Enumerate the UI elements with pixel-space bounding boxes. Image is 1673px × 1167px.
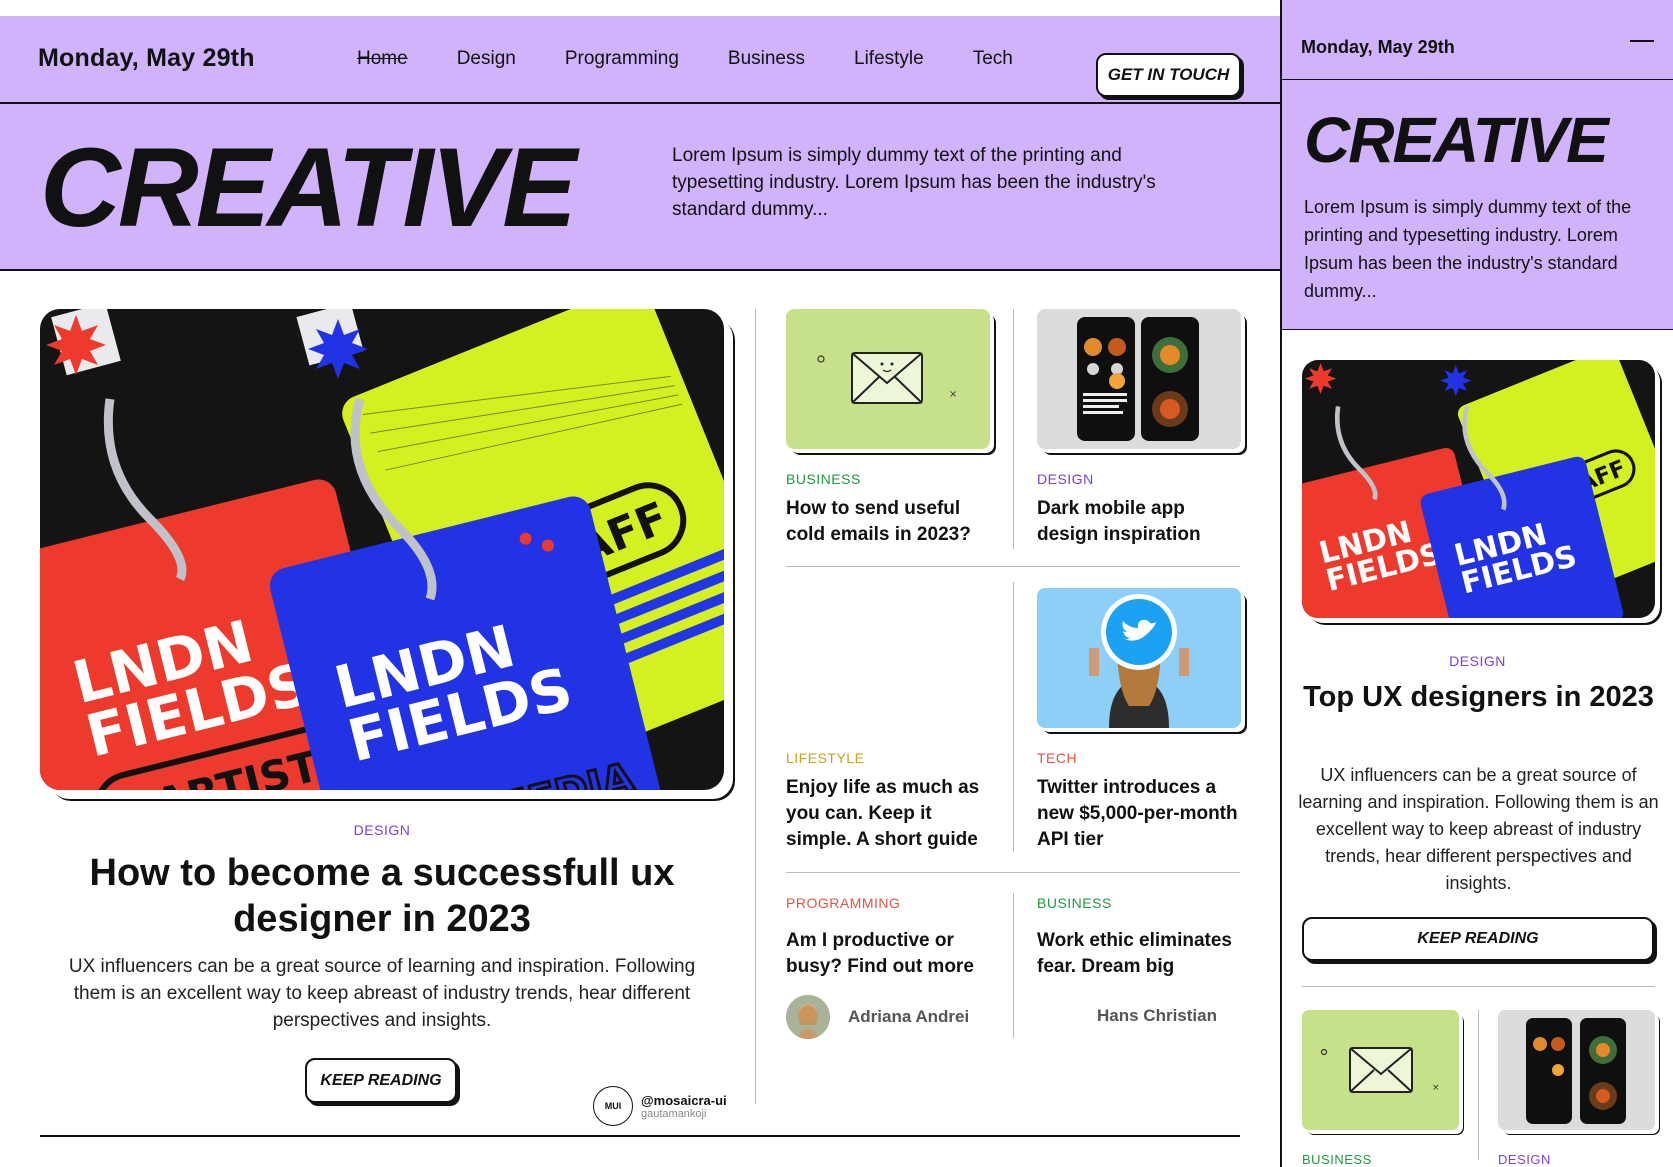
post-author[interactable]: Adriana Andrei [786,995,969,1039]
credit-username: gautamankoji [641,1107,707,1120]
nav-home[interactable]: Home [357,48,408,70]
nav-programming[interactable]: Programming [565,48,679,70]
post-category: TECH [1037,750,1078,766]
hero-title: CREATIVE [40,125,577,250]
mobile-keep-reading-button[interactable]: KEEP READING [1302,917,1654,961]
post-title[interactable]: Enjoy life as much as you can. Keep it s… [786,775,996,853]
mobile-hero: CREATIVE Lorem Ipsum is simply dummy tex… [1282,80,1673,330]
post-title[interactable]: Twitter introduces a new $5,000-per-mont… [1037,775,1247,853]
feature-title[interactable]: How to become a successfull ux designer … [40,850,724,942]
svg-text:×: × [949,389,957,400]
post-category: PROGRAMMING [786,895,901,911]
post-image-twitter[interactable] [1037,588,1241,728]
post-title[interactable]: How to send useful cold emails in 2023? [786,496,996,548]
credit-handle: @mosaicra-ui [641,1092,727,1108]
mobile-post-category: DESIGN [1498,1152,1551,1167]
mobile-post-category: BUSINESS [1302,1152,1372,1167]
hero-banner: CREATIVE Lorem Ipsum is simply dummy tex… [0,104,1280,271]
mobile-hero-title: CREATIVE [1304,104,1609,176]
mobile-current-date: Monday, May 29th [1301,37,1455,57]
phone-mockup-icon [1077,317,1199,441]
grid-divider [1013,893,1014,1038]
phone-mockup-icon [1526,1018,1626,1124]
nav-tech[interactable]: Tech [973,48,1013,70]
post-title[interactable]: Work ethic eliminates fear. Dream big [1037,928,1247,980]
current-date: Monday, May 29th [38,44,255,72]
main-nav: Home Design Programming Business Lifesty… [357,48,1062,70]
post-category: BUSINESS [1037,895,1112,911]
mobile-post-image-email[interactable]: × [1302,1010,1459,1130]
svg-text:×: × [1432,1083,1440,1093]
post-image-dark-app[interactable] [1037,309,1241,449]
hamburger-menu-icon[interactable] [1630,40,1654,53]
hero-description: Lorem Ipsum is simply dummy text of the … [672,145,1156,220]
column-divider [755,309,756,1104]
post-title[interactable]: Dark mobile app design inspiration [1037,496,1247,548]
author-name: Adriana Andrei [848,1007,970,1026]
mobile-feature-title[interactable]: Top UX designers in 2023 [1302,678,1655,716]
post-category: LIFESTYLE [786,750,865,766]
festival-badges-illustration: STAFF LNDN FIELDS ARTIST LNDN FIELDS [40,309,724,790]
envelope-icon: × [1320,1047,1440,1093]
mobile-post-image-dark-app[interactable] [1498,1010,1655,1130]
keep-reading-button[interactable]: KEEP READING [305,1058,457,1103]
mobile-feature-description: UX influencers can be a great source of … [1298,765,1659,893]
envelope-icon: × [817,352,957,404]
feature-category: DESIGN [353,822,411,838]
feature-image[interactable]: STAFF LNDN FIELDS ARTIST LNDN FIELDS [40,309,724,790]
festival-badges-illustration: STAFF LNDN FIELDS LNDN FIELDS [1302,360,1655,618]
author-name: Hans Christian [1097,1006,1217,1025]
post-category: BUSINESS [786,471,861,487]
desktop-layout: Monday, May 29th Home Design Programming… [0,0,1280,1167]
nav-design[interactable]: Design [457,48,516,70]
post-image-email[interactable]: × [786,309,990,449]
get-in-touch-button[interactable]: GET IN TOUCH [1096,53,1241,97]
twitter-sign-illustration [1089,594,1189,728]
avatar [786,995,830,1039]
post-author[interactable]: Hans Christian [1097,1006,1217,1026]
row-divider [786,566,1240,567]
nav-business[interactable]: Business [728,48,805,70]
mobile-divider [1302,986,1655,987]
mobile-feature-image[interactable]: STAFF LNDN FIELDS LNDN FIELDS [1302,360,1655,618]
nav-lifestyle[interactable]: Lifestyle [854,48,924,70]
feature-description: UX influencers can be a great source of … [68,956,696,1031]
author-credit: MUI @mosaicra-ui gautamankoji [593,1086,727,1126]
grid-divider [1013,582,1014,852]
mobile-top-bar: Monday, May 29th [1282,0,1673,80]
post-title[interactable]: Am I productive or busy? Find out more [786,928,996,980]
mobile-layout: Monday, May 29th CREATIVE Lorem Ipsum is… [1280,0,1673,1167]
grid-divider [1013,309,1014,549]
row-divider [786,872,1240,873]
mobile-grid-divider [1478,1010,1479,1160]
mosaicra-logo-icon: MUI [593,1086,633,1126]
mobile-feature-category: DESIGN [1449,653,1506,669]
mobile-hero-description: Lorem Ipsum is simply dummy text of the … [1304,197,1632,301]
bottom-divider [40,1135,1240,1137]
top-navigation-bar: Monday, May 29th Home Design Programming… [0,16,1280,104]
post-category: DESIGN [1037,471,1094,487]
